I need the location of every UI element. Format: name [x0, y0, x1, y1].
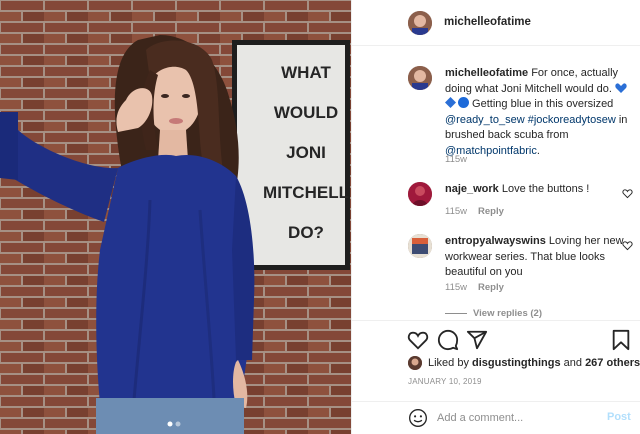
post-comment-button[interactable]: Post	[607, 411, 631, 423]
post-photo[interactable]: WHAT WOULD JONI MITCHELL DO?	[0, 0, 351, 434]
caption-hashtag[interactable]: #jockoreadytosew	[528, 114, 616, 126]
comment-meta: 115w Reply	[445, 282, 504, 293]
comment-username[interactable]: naje_work	[445, 183, 499, 195]
comment-text: entropyalwayswins Loving her new workwea…	[445, 234, 637, 281]
view-replies-label: View replies (2)	[473, 308, 542, 319]
reply-button[interactable]: Reply	[478, 206, 504, 217]
like-heart-icon[interactable]	[407, 329, 429, 351]
comment-avatar[interactable]	[408, 234, 432, 258]
blue-heart-icon	[615, 82, 627, 93]
poster-line-2: WOULD	[274, 103, 338, 122]
caption-time[interactable]: 115w	[445, 154, 467, 165]
add-comment-input[interactable]	[437, 410, 597, 426]
view-replies-button[interactable]: View replies (2)	[445, 308, 542, 319]
comment-avatar[interactable]	[408, 182, 432, 206]
comment-time[interactable]: 115w	[445, 282, 467, 293]
post-date[interactable]: JANUARY 10, 2019	[408, 377, 482, 386]
caption-mention-ready-to-sew[interactable]: @ready_to_sew	[445, 114, 525, 126]
liker-username[interactable]: disgustingthings	[472, 357, 561, 369]
reply-button[interactable]: Reply	[478, 282, 504, 293]
author-username[interactable]: michelleofatime	[444, 16, 531, 28]
caption-username[interactable]: michelleofatime	[445, 67, 528, 79]
comment-username[interactable]: entropyalwayswins	[445, 235, 546, 247]
likes-summary: Liked by disgustingthings and 267 others	[408, 356, 640, 370]
author-avatar[interactable]	[408, 11, 432, 35]
liker-avatar[interactable]	[408, 356, 422, 370]
post-header: michelleofatime	[352, 0, 640, 46]
comment-body: Love the buttons !	[498, 183, 590, 195]
post-sidebar: michelleofatime michelleofatime For once…	[351, 0, 640, 434]
emoji-icon[interactable]	[408, 408, 428, 428]
like-comment-heart-icon[interactable]	[622, 240, 633, 251]
caption-text-4: .	[536, 144, 540, 157]
caption-text-2: Getting blue in this oversized	[469, 98, 614, 110]
add-comment-bar: Post	[352, 401, 640, 434]
photo-image: WHAT WOULD JONI MITCHELL DO?	[0, 0, 351, 434]
likes-prefix: Liked by	[428, 357, 469, 369]
save-bookmark-icon[interactable]	[610, 329, 632, 351]
poster-line-5: DO?	[288, 223, 324, 242]
poster-line-3: JONI	[286, 143, 326, 162]
comment-bubble-icon[interactable]	[437, 329, 459, 351]
like-comment-heart-icon[interactable]	[622, 188, 633, 199]
poster-line-1: WHAT	[281, 63, 331, 82]
caption-avatar[interactable]	[408, 66, 432, 90]
likes-middle: and	[560, 357, 586, 369]
caption-text: michelleofatime For once, actually doing…	[445, 66, 631, 159]
share-icon[interactable]	[466, 329, 488, 351]
comment-time[interactable]: 115w	[445, 206, 467, 217]
blue-diamond-icon	[445, 97, 456, 108]
likes-others[interactable]: 267 others	[585, 357, 640, 369]
blue-circle-icon	[458, 97, 469, 108]
replies-divider	[445, 313, 467, 314]
comments-list: michelleofatime For once, actually doing…	[352, 46, 640, 320]
comment-text: naje_work Love the buttons !	[445, 182, 637, 198]
poster-line-4: MITCHELL	[263, 183, 349, 202]
post-actions: Liked by disgustingthings and 267 others…	[352, 320, 640, 434]
comment-meta: 115w Reply	[445, 206, 504, 217]
